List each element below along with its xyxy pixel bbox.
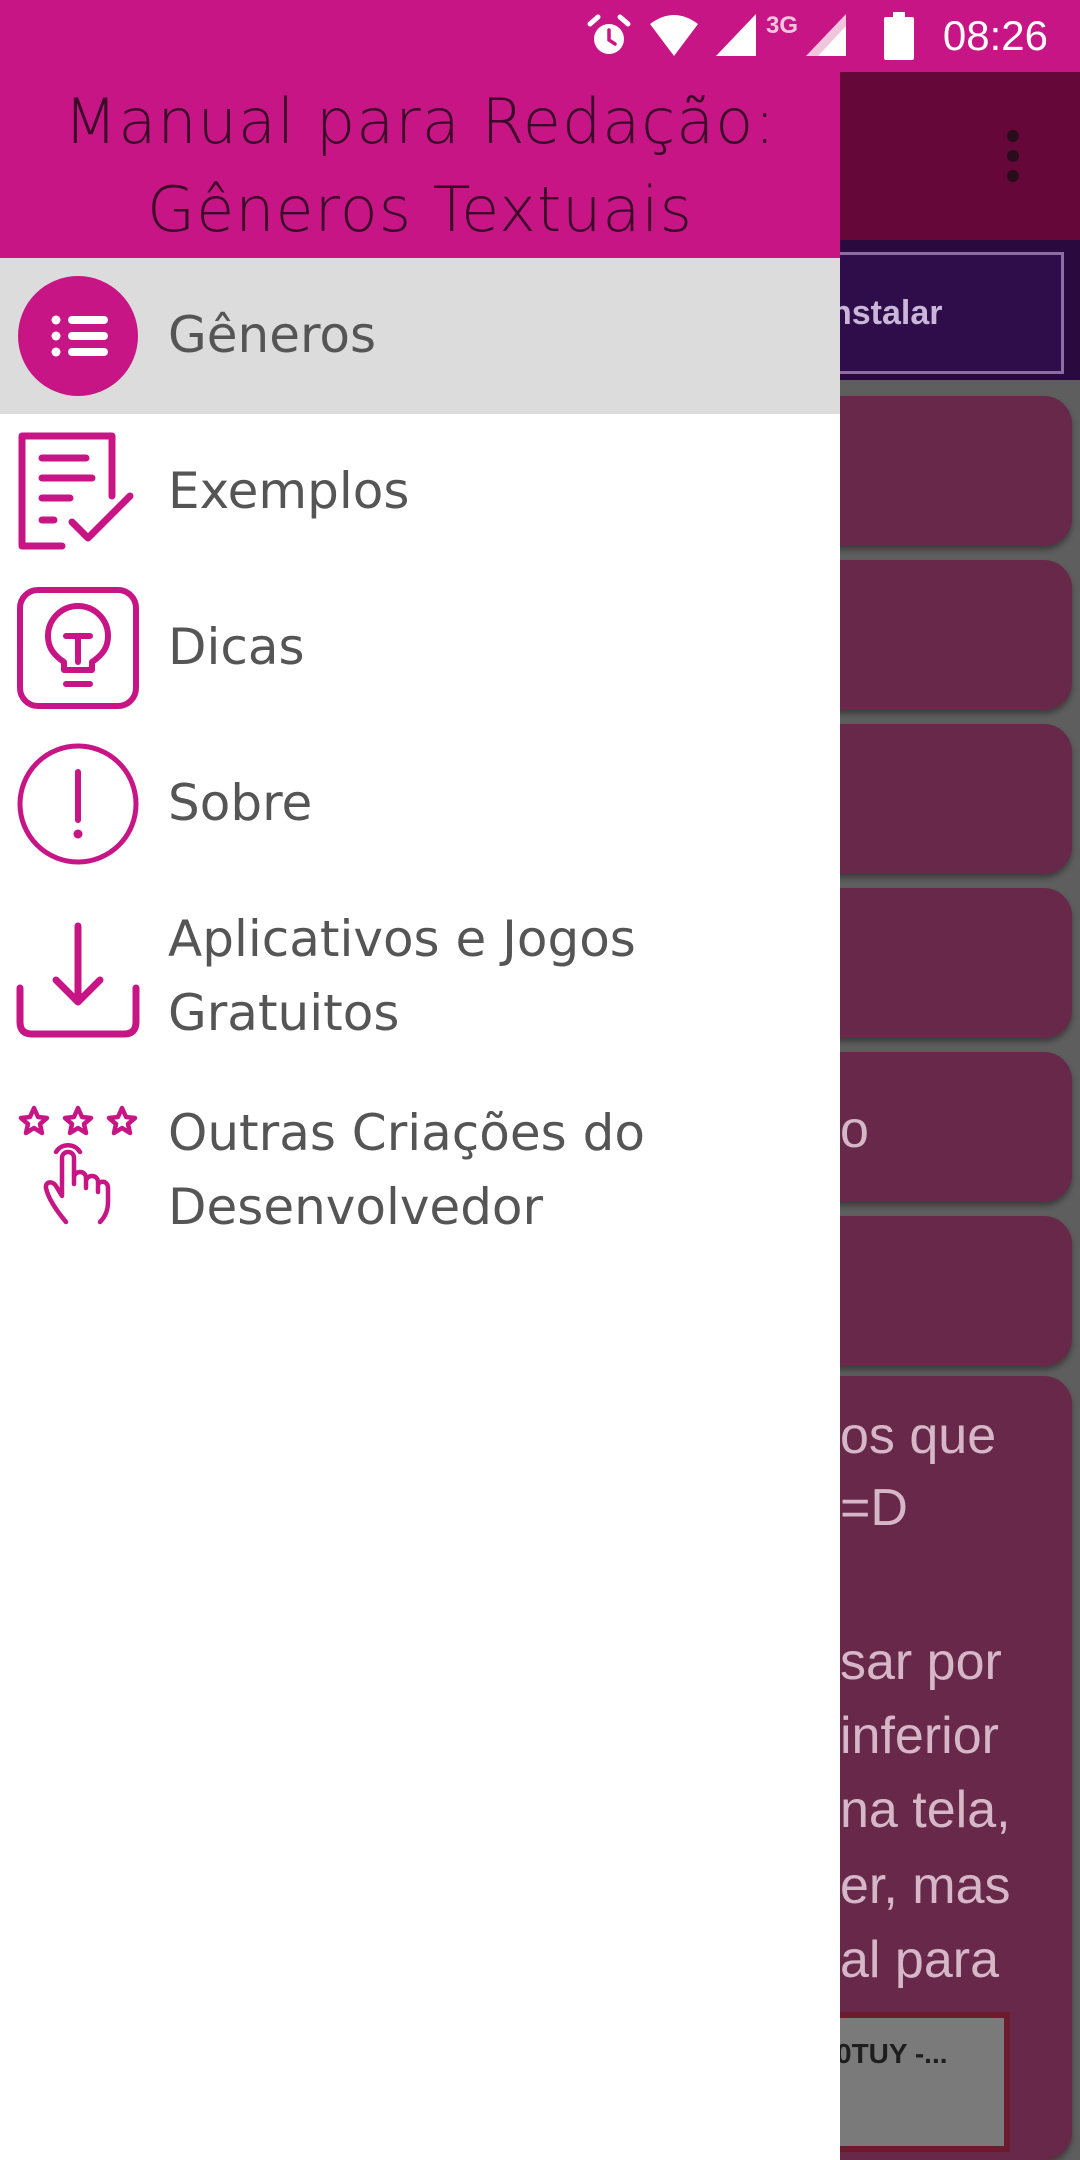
background-text: os que (840, 1407, 997, 1465)
nav-item-label: Exemplos (168, 462, 410, 520)
nav-item-sobre[interactable]: Sobre (0, 726, 840, 882)
lightbulb-icon (17, 587, 139, 709)
nav-item-label: Dicas (168, 618, 305, 676)
drawer-title: Manual para Redação: Gêneros Textuais (0, 78, 840, 254)
info-exclamation-icon (17, 743, 139, 865)
checklist-document-icon (18, 432, 134, 550)
overflow-menu-icon (1007, 130, 1019, 182)
install-button: nstalar (820, 252, 1064, 374)
nav-item-label: Sobre (168, 774, 313, 832)
signal-icon (716, 14, 756, 56)
background-text: sar por (840, 1633, 1002, 1691)
network-type-label: 3G (766, 12, 799, 39)
download-icon (16, 922, 140, 1038)
nav-item-outras-criacoes[interactable]: Outras Criações do Desenvolvedor (0, 1076, 840, 1272)
nav-item-exemplos[interactable]: Exemplos (0, 414, 840, 570)
navigation-drawer: Manual para Redação: Gêneros Textuais Gê… (0, 0, 840, 2160)
status-bar: 3G 08:26 (0, 0, 1080, 72)
background-text: na tela, (840, 1781, 1011, 1839)
stars-hand-icon (18, 1105, 138, 1225)
background-text: o (840, 1101, 869, 1159)
background-text: =D (840, 1479, 908, 1537)
list-icon (18, 276, 138, 396)
nav-item-aplicativos-e-jogos[interactable]: Aplicativos e Jogos Gratuitos (0, 882, 840, 1078)
nav-item-label: Aplicativos e Jogos Gratuitos (168, 910, 636, 1042)
battery-icon (884, 12, 914, 60)
nav-item-generos[interactable]: Gêneros (0, 258, 840, 414)
drawer-title-line-2: Gêneros Textuais (147, 173, 693, 246)
drawer-title-line-1: Manual para Redação: (63, 85, 777, 158)
clock: 08:26 (942, 12, 1048, 59)
background-text: er, mas (840, 1857, 1011, 1915)
nav-item-dicas[interactable]: Dicas (0, 570, 840, 726)
background-text: al para (840, 1931, 999, 1989)
background-text: inferior (840, 1707, 999, 1765)
wifi-icon (650, 15, 698, 56)
nav-item-label: Gêneros (168, 306, 377, 364)
alarm-icon (587, 14, 631, 54)
signal-icon (806, 14, 846, 56)
nav-item-label: Outras Criações do Desenvolvedor (168, 1104, 645, 1236)
